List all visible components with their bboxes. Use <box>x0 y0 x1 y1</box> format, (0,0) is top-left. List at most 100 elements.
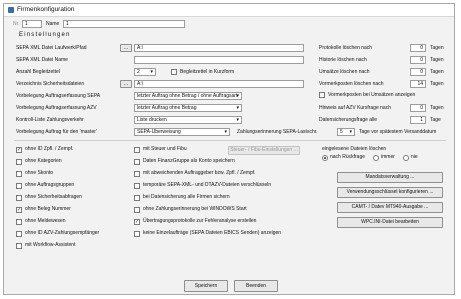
col1-checkbox-4[interactable] <box>16 195 22 201</box>
sepa-name-field[interactable] <box>134 56 304 64</box>
name-label: Name <box>46 21 60 27</box>
col2-checkbox-label-7: keine Einzelaufträge (SEPA Dateien EBICS… <box>143 230 282 236</box>
col2-checkbox-7[interactable] <box>134 231 140 237</box>
col2-checkbox-label-4: bei Datensicherung alle Firmen sichern <box>143 194 230 200</box>
sicherung-label: Datensicherungsfrage alle <box>319 117 378 123</box>
col2-checkbox-label-0: mit Steuer und Fibu <box>143 146 187 152</box>
col1-checkbox-8[interactable] <box>16 243 22 249</box>
col2-checkbox-label-5: ohne Zahlungserinnerung bei WINDOWS Star… <box>143 206 247 212</box>
kontroll-select[interactable]: Liste drucken ▾ <box>134 116 242 124</box>
col1-checkbox-label-3: ohne Auftragsgruppen <box>25 182 75 188</box>
prep-azv-label: Vorbelegung Auftragserfassung AZV <box>16 105 97 111</box>
window-title: Firmenkonfiguration <box>17 6 75 13</box>
delete-option-immer-label: immer <box>381 154 395 160</box>
col1-checkbox-label-0: ohne ID Zpfl. / Zempf. <box>25 146 74 152</box>
protokolle-field[interactable]: 0 <box>410 44 426 52</box>
nr-label: Nr. <box>13 21 20 27</box>
col1-checkbox-label-7: ohne ID AZV-Zahlungsempfänger <box>25 230 100 236</box>
umsaetze-field[interactable]: 0 <box>410 68 426 76</box>
kontroll-label: Kontroll-Liste Zahlungsverkehr <box>16 117 84 123</box>
delete-option-rueckfrage-radio[interactable] <box>322 155 328 161</box>
camt-datev-button[interactable]: CAMT- / Datev MT940-Ausgabe ... <box>337 202 443 213</box>
col1-checkbox-1[interactable] <box>16 159 22 165</box>
historie-unit: Tagen <box>430 57 444 63</box>
save-button[interactable]: Speichern <box>184 280 228 292</box>
delete-option-nie-label: nie <box>411 154 418 160</box>
col2-checkbox-label-1: Daten FinanzGruppe als Konto speichern <box>143 158 235 164</box>
col1-checkbox-6[interactable] <box>16 219 22 225</box>
erinnerung-label: Zahlungserinnerung SEPA-Lastschr. <box>237 129 318 135</box>
vormerk-label: Vormerkposten löschen nach <box>319 81 384 87</box>
umsaetze-label: Umsätze löschen nach <box>319 69 370 75</box>
delete-option-immer-radio[interactable] <box>373 155 379 161</box>
col1-checkbox-3[interactable] <box>16 183 22 189</box>
mandatsverwaltung-button[interactable]: Mandatsverwaltung ... <box>337 172 443 183</box>
sepa-path-label: SEPA XML Datei Laufwerk/Pfad <box>16 45 87 51</box>
umsaetze-unit: Tagen <box>430 69 444 75</box>
config-window: Firmenkonfiguration Nr. 1 Name 1 Einstel… <box>3 3 455 295</box>
safe-dir-field[interactable]: A:\ <box>134 80 304 88</box>
col2-checkbox-label-2: mit abweichenden Auftraggeber bzw. Zpfl.… <box>143 170 256 176</box>
begleit-count-label: Anzahl Begleitzettel <box>16 69 60 75</box>
prep-sepa-select[interactable]: letzter Auftrag ohne Betrag / ohne Auftr… <box>134 92 242 100</box>
col2-checkbox-5[interactable] <box>134 207 140 213</box>
protokolle-label: Protokolle löschen nach <box>319 45 373 51</box>
col1-checkbox-label-5: ohne Beleg Nummer <box>25 206 71 212</box>
begleit-count-select[interactable]: 2 ▾ <box>134 68 156 76</box>
sepa-name-label: SEPA XML Datei Name <box>16 57 68 63</box>
verwendungsschluessel-button[interactable]: Verwendungsschlüssel konfigurieren ... <box>337 187 443 198</box>
app-icon <box>8 7 14 13</box>
historie-label: Historie löschen nach <box>319 57 367 63</box>
vormerk-field[interactable]: 14 <box>410 80 426 88</box>
vormerk-cb-label: Vormerkposten bei Umsätzen anzeigen <box>328 92 416 98</box>
hinweis-label: Hinweis auf AZV Kursfrage nach <box>319 105 391 111</box>
col1-checkbox-2[interactable] <box>16 171 22 177</box>
hinweis-unit: Tagen <box>430 105 444 111</box>
vormerk-unit: Tagen <box>430 81 444 87</box>
col2-checkbox-6[interactable]: ✓ <box>134 219 140 225</box>
title-bar: Firmenkonfiguration <box>4 4 454 17</box>
wpc-ini-button[interactable]: WPC.INI-Datei bearbeiten <box>337 217 443 228</box>
col2-checkbox-label-6: Übertragungsprotokolle zur Fehleranalyse… <box>143 218 257 224</box>
col2-checkbox-3[interactable] <box>134 183 140 189</box>
prep-master-select[interactable]: SEPA-Überweisung ▾ <box>134 128 230 136</box>
separator <box>14 140 446 141</box>
prep-azv-select[interactable]: letzter Auftrag ohne Betrag ▾ <box>134 104 242 112</box>
sicherung-field[interactable]: 1 <box>410 116 426 124</box>
sepa-path-field[interactable]: A:\ <box>134 44 304 52</box>
vormerk-checkbox[interactable] <box>319 92 325 98</box>
col1-checkbox-label-2: ohne Skonto <box>25 170 54 176</box>
steuer-fibu-button[interactable]: Steuer- / Fibu-Einstellungen ... <box>228 146 300 155</box>
nr-field[interactable]: 1 <box>22 20 42 28</box>
prep-sepa-label: Vorbelegung Auftragserfassung SEPA <box>16 93 101 99</box>
erinnerung-suffix: Tage vor spätestem Versanddatum <box>359 129 437 135</box>
col2-checkbox-label-3: temporäre SEPA-XML- und DTAZV-Dateien ve… <box>143 182 272 188</box>
sicherung-unit: Tage <box>430 117 441 123</box>
col1-checkbox-label-6: ohne Meldewesen <box>25 218 66 224</box>
historie-field[interactable]: 0 <box>410 56 426 64</box>
name-field[interactable]: 1 <box>63 20 185 28</box>
cancel-button[interactable]: Beenden <box>234 280 278 292</box>
delete-option-rueckfrage-label: nach Rückfrage <box>330 154 366 160</box>
delete-box-title: eingelesene Dateien löschen <box>322 146 387 152</box>
begleit-short-label: Begleitzettel in Kurzform <box>180 69 235 75</box>
delete-option-nie-radio[interactable] <box>403 155 409 161</box>
col2-checkbox-4[interactable] <box>134 195 140 201</box>
browse-sepa-path-button[interactable]: ... <box>120 44 132 52</box>
browse-safe-dir-button[interactable]: ... <box>120 80 132 88</box>
prep-master-label: Vorbelegung Auftrag für den 'master' <box>16 129 97 135</box>
hinweis-field[interactable]: 0 <box>410 104 426 112</box>
col1-checkbox-7[interactable] <box>16 231 22 237</box>
col2-checkbox-0[interactable] <box>134 147 140 153</box>
col1-checkbox-label-4: ohne Sicherheitsabfragen <box>25 194 82 200</box>
col1-checkbox-5[interactable]: ✓ <box>16 207 22 213</box>
col2-checkbox-2[interactable] <box>134 171 140 177</box>
safe-dir-label: Verzeichnis Sicherheitsdateien <box>16 81 85 87</box>
col1-checkbox-label-1: ohne Kategorien <box>25 158 62 164</box>
erinnerung-select[interactable]: 5 ▾ <box>337 128 355 136</box>
col1-checkbox-0[interactable]: ✓ <box>16 147 22 153</box>
section-title: Einstellungen <box>19 32 71 38</box>
begleit-short-checkbox[interactable] <box>171 69 177 75</box>
col1-checkbox-label-8: mit Workflow-Assistent <box>25 242 76 248</box>
col2-checkbox-1[interactable] <box>134 159 140 165</box>
